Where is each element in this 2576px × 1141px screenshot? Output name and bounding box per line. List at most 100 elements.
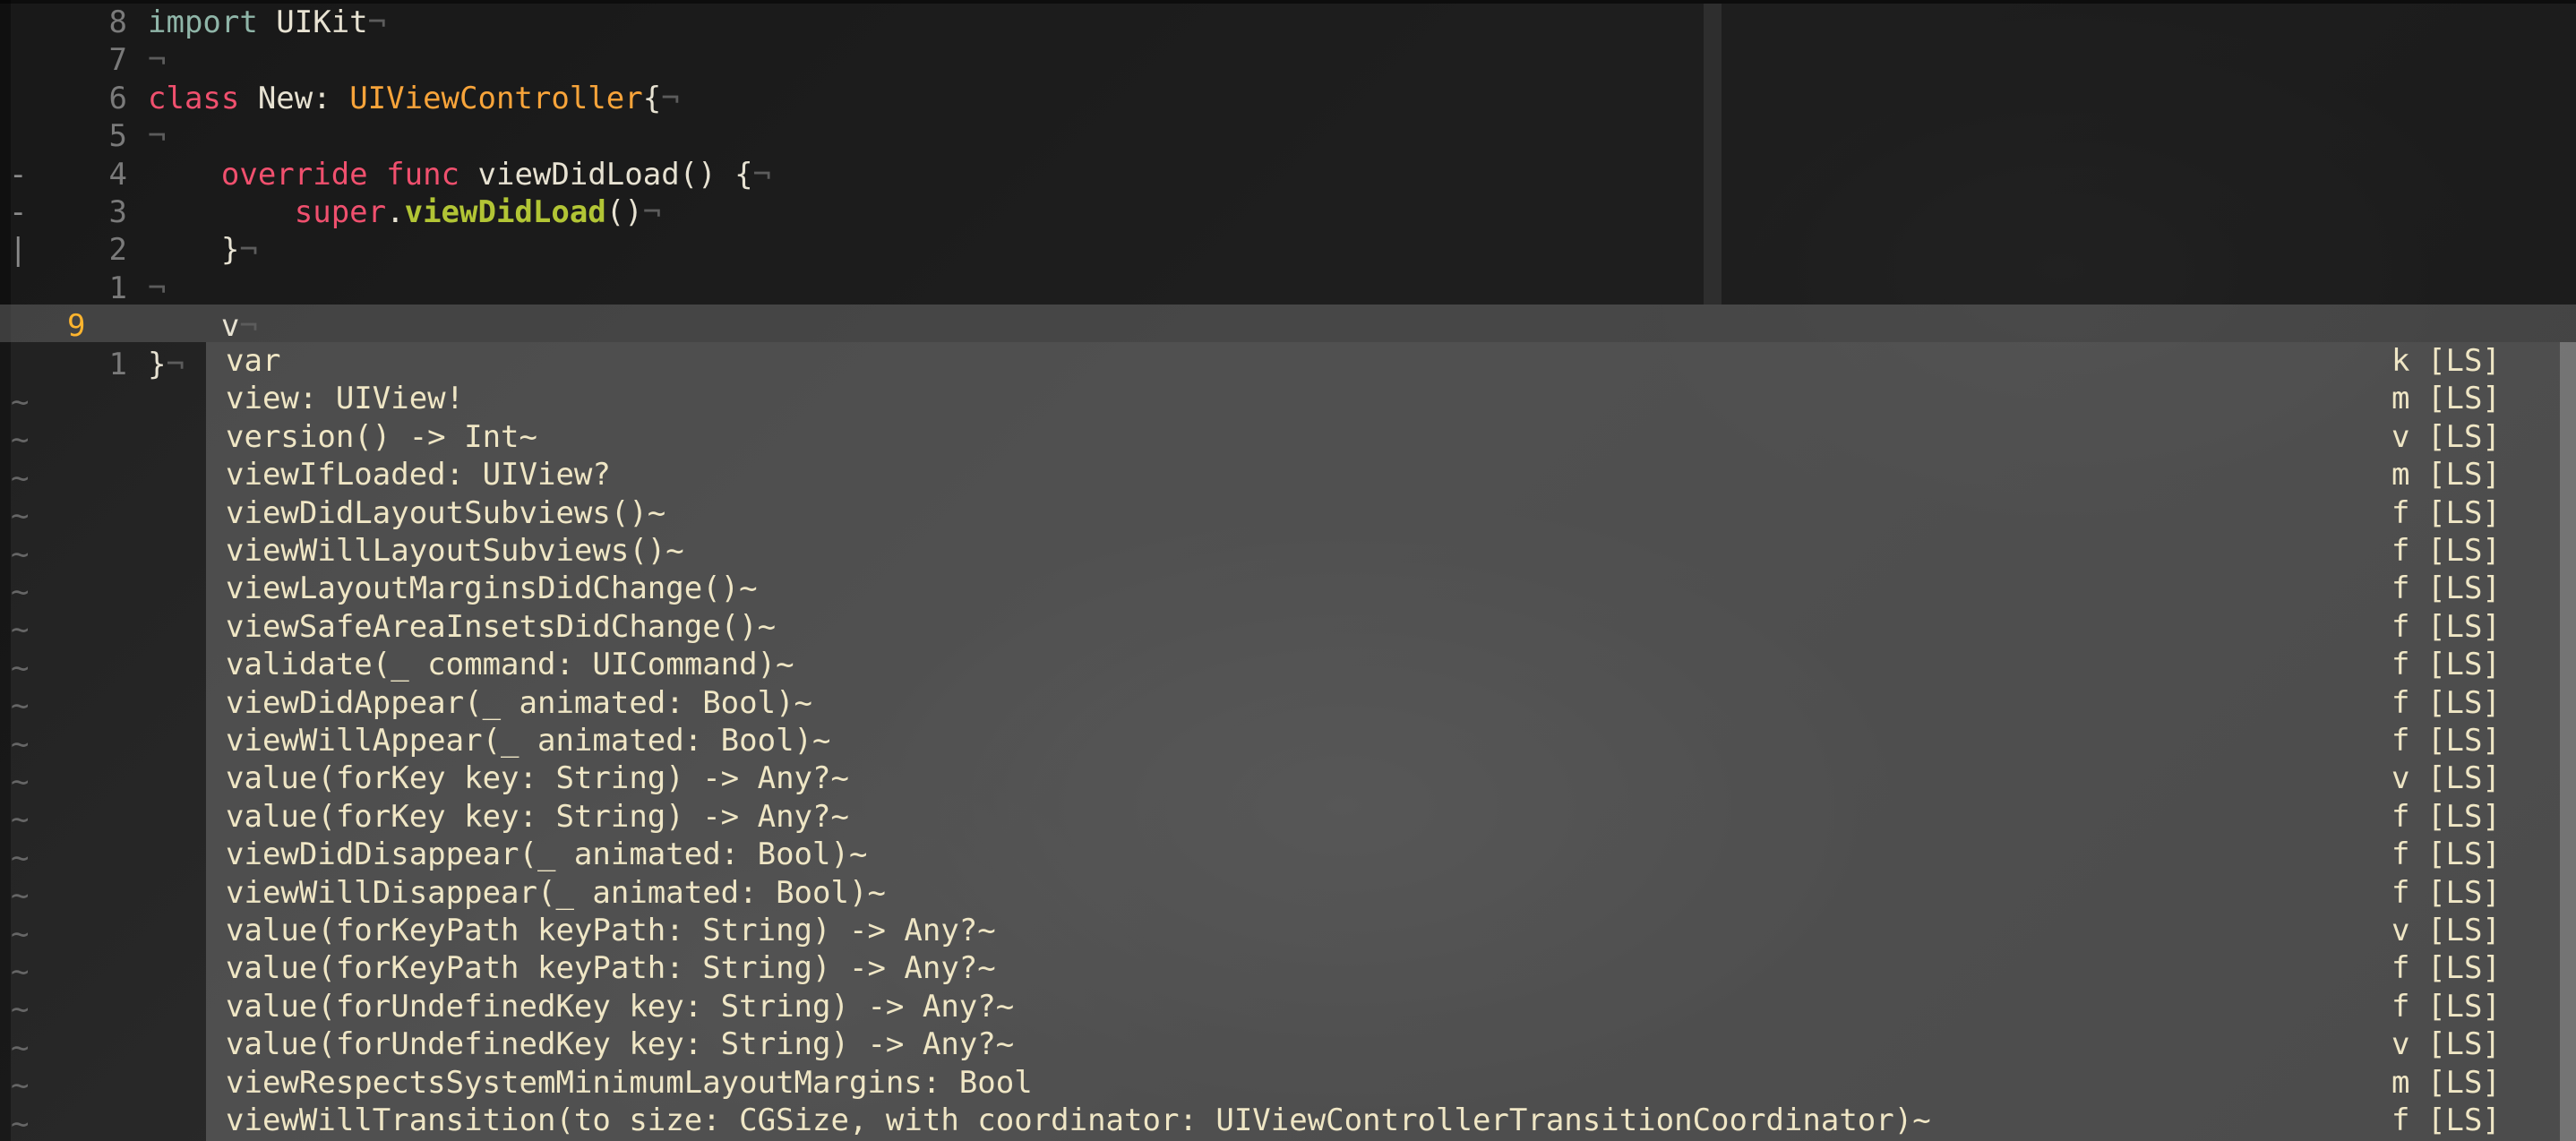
line-number: 1	[108, 270, 127, 306]
completion-item[interactable]: viewRespectsSystemMinimumLayoutMargins: …	[206, 1064, 2576, 1102]
line-number: 6	[108, 80, 127, 116]
tilde-glyph: ~	[11, 725, 30, 762]
completion-word: value(forKey key: String) -> Any?~	[226, 798, 849, 835]
completion-word: viewSafeAreaInsetsDidChange()~	[226, 608, 777, 645]
eol-marker: ¬	[239, 232, 258, 269]
completion-word: value(forKeyPath keyPath: String) -> Any…	[226, 913, 996, 948]
code-token: override	[220, 156, 368, 193]
eol-marker: ¬	[148, 42, 167, 79]
completion-item[interactable]: viewWillAppear(_ animated: Bool)~ f [LS]	[206, 722, 2576, 759]
completion-source: [LS]	[2427, 381, 2501, 417]
code-token: viewDidLoad() {	[459, 156, 753, 193]
completion-word: viewLayoutMarginsDidChange()~	[226, 570, 758, 607]
completion-item[interactable]: version() -> Int~ v [LS]	[206, 418, 2576, 456]
code-text[interactable]: import UIKit¬	[148, 4, 386, 41]
completion-item[interactable]: viewWillDisappear(_ animated: Bool)~ f [LS…	[206, 874, 2576, 912]
tilde-glyph: ~	[11, 878, 30, 914]
editor-window[interactable]: 8 import UIKit¬ 7 ¬ 6 class New: UIViewContro…	[0, 0, 2576, 1141]
completion-word: value(forUndefinedKey key: String) -> An…	[226, 1026, 1015, 1063]
tilde-glyph: ~	[11, 574, 30, 610]
completion-item[interactable]: viewDidAppear(_ animated: Bool)~ f [LS]	[206, 684, 2576, 722]
tilde-glyph: ~	[11, 991, 30, 1028]
code-line[interactable]: - 3 super.viewDidLoad()¬	[0, 193, 2576, 231]
completion-item[interactable]: viewLayoutMarginsDidChange()~ f [LS]	[206, 570, 2576, 607]
code-token: UIKit	[257, 4, 368, 40]
completion-item[interactable]: value(forKey key: String) -> Any?~ f [LS]	[206, 798, 2576, 836]
completion-item[interactable]: viewIfLoaded: UIView? m [LS]	[206, 456, 2576, 493]
completion-source: [LS]	[2427, 1026, 2501, 1063]
completion-item[interactable]: value(forUndefinedKey key: String) -> An…	[206, 988, 2576, 1025]
code-text[interactable]: ¬	[148, 270, 166, 307]
tilde-glyph: ~	[11, 688, 30, 725]
code-line[interactable]: 5 ¬	[0, 117, 2576, 155]
completion-word: value(forUndefinedKey key: String) -> An…	[226, 988, 1015, 1025]
code-line[interactable]: 9 v¬	[0, 307, 2576, 345]
completion-item[interactable]: viewSafeAreaInsetsDidChange()~ f [LS]	[206, 608, 2576, 646]
completion-item[interactable]: view: UIView! m [LS]	[206, 380, 2576, 417]
completion-source: [LS]	[2427, 760, 2501, 797]
tilde-glyph: ~	[11, 802, 30, 838]
completion-item[interactable]: validate(_ command: UICommand)~ f [LS]	[206, 646, 2576, 683]
completion-item[interactable]: value(forUndefinedKey key: String) -> An…	[206, 1025, 2576, 1063]
code-text[interactable]: }¬	[148, 231, 258, 269]
completion-item[interactable]: value(forKeyPath keyPath: String) -> Any…	[206, 912, 2576, 949]
code-token: UIViewController	[349, 80, 643, 116]
completion-item[interactable]: var k [LS]	[206, 342, 2576, 380]
completion-word: viewWillLayoutSubviews()~	[226, 533, 684, 569]
code-line[interactable]: 7 ¬	[0, 41, 2576, 79]
tilde-glyph: ~	[11, 649, 30, 686]
tilde-glyph: ~	[11, 1029, 30, 1066]
tilde-glyph: ~	[11, 536, 30, 572]
line-number: 3	[108, 194, 127, 230]
code-text[interactable]: class New: UIViewController{¬	[148, 80, 680, 117]
completion-word: viewWillDisappear(_ animated: Bool)~	[226, 874, 886, 911]
completion-popup[interactable]: var k [LS] view: UIView! m [LS] version() -> I…	[206, 342, 2576, 1141]
code-line[interactable]: | 2 }¬	[0, 231, 2576, 269]
code-text[interactable]: super.viewDidLoad()¬	[148, 193, 661, 231]
code-line[interactable]: 8 import UIKit¬	[0, 4, 2576, 41]
tilde-glyph: ~	[11, 459, 30, 496]
code-token: }	[148, 232, 240, 269]
git-sign: |	[9, 232, 28, 269]
completion-word: viewIfLoaded: UIView?	[226, 457, 611, 493]
tilde-glyph: ~	[11, 422, 30, 459]
code-line[interactable]: - 4 override func viewDidLoad() {¬	[0, 156, 2576, 193]
completion-source: [LS]	[2427, 1102, 2501, 1138]
completion-item[interactable]: viewWillTransition(to size: CGSize, with…	[206, 1102, 2576, 1139]
tilde-glyph: ~	[11, 612, 30, 648]
completion-item[interactable]: viewWillLayoutSubviews()~ f [LS]	[206, 532, 2576, 570]
completion-source: [LS]	[2427, 343, 2501, 379]
code-text[interactable]: ¬	[148, 41, 166, 79]
completion-word: viewRespectsSystemMinimumLayoutMargins: …	[226, 1064, 1033, 1101]
code-line[interactable]: 1 ¬	[0, 270, 2576, 307]
completion-kind: m	[2391, 457, 2410, 493]
completion-item[interactable]: value(forKeyPath keyPath: String) -> Any…	[206, 949, 2576, 987]
completion-source: [LS]	[2427, 950, 2501, 987]
code-token: super	[294, 194, 387, 230]
code-token: {	[642, 80, 662, 116]
completion-kind: f	[2391, 684, 2410, 721]
completion-item[interactable]: value(forKey key: String) -> Any?~ v [LS]	[206, 759, 2576, 797]
completion-word: value(forKeyPath keyPath: String) -> Any…	[226, 950, 996, 987]
completion-item[interactable]: viewDidLayoutSubviews()~ f [LS]	[206, 494, 2576, 532]
completion-kind: v	[2391, 1026, 2410, 1063]
code-text[interactable]: ¬	[148, 117, 166, 155]
code-text[interactable]: v¬	[148, 307, 258, 345]
line-number: 4	[108, 156, 127, 193]
completion-scrollbar[interactable]	[2560, 342, 2576, 1141]
completion-kind: f	[2391, 494, 2410, 531]
completion-source: [LS]	[2427, 798, 2501, 835]
completion-word: var	[226, 343, 281, 379]
tilde-glyph: ~	[11, 1068, 30, 1104]
code-token: }	[148, 346, 167, 382]
completion-item[interactable]: viewDidDisappear(_ animated: Bool)~ f [LS]	[206, 836, 2576, 873]
completion-kind: v	[2391, 760, 2410, 797]
code-line[interactable]: 6 class New: UIViewController{¬	[0, 80, 2576, 117]
completion-source: [LS]	[2427, 1064, 2501, 1101]
eol-marker: ¬	[166, 346, 185, 382]
completion-kind: f	[2391, 950, 2410, 987]
code-text[interactable]: }¬	[148, 346, 185, 383]
code-text[interactable]: override func viewDidLoad() {¬	[148, 156, 771, 193]
